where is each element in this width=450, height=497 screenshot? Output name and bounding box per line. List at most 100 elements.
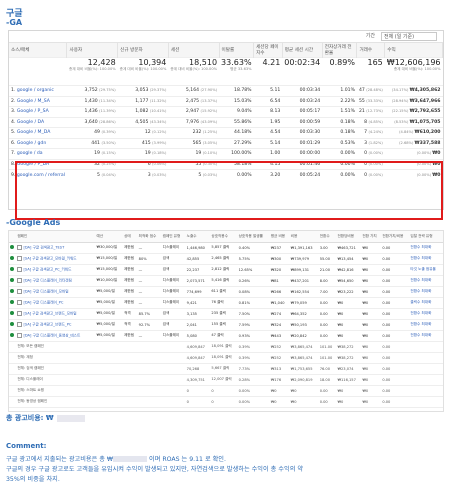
status-cell[interactable]	[9, 253, 17, 265]
status-cell[interactable]	[9, 264, 17, 276]
status-cell[interactable]	[9, 242, 17, 254]
campaign-cell[interactable]: [DA] 구글 디스플레이_모바일	[16, 286, 96, 298]
bid-strategy-link[interactable]: 전환수 최대화	[409, 275, 443, 287]
ads-column-header[interactable]: 전환당비용	[336, 231, 362, 243]
campaign-name-link[interactable]: [DA] 구글 디스플레이_PC	[22, 300, 63, 304]
campaign-metric: ₩42,816	[336, 264, 362, 276]
enabled-status-icon[interactable]	[10, 311, 14, 315]
ga-column-header[interactable]: 세션	[168, 43, 220, 58]
ads-column-header[interactable]: 상호작용수	[210, 231, 238, 243]
revenue-value: ₩2,792,655	[409, 109, 441, 115]
summary-metric: 18.00	[318, 374, 337, 386]
summary-metric: 0.00	[318, 396, 337, 408]
ads-column-header[interactable]: 입찰 전략 유형	[409, 231, 443, 243]
campaign-name-link[interactable]: [DA] 구글 검색광고_TEST	[22, 245, 64, 249]
ga-column-header[interactable]: 거래수	[356, 43, 386, 58]
ads-column-header[interactable]: 전환 가치	[361, 231, 382, 243]
bid-strategy-link[interactable]: 전환수 최대화	[409, 242, 443, 254]
source-medium-link[interactable]: google / da	[17, 151, 43, 156]
ga-source-cell[interactable]: 6. Google / gdn	[9, 137, 67, 149]
ga-source-cell[interactable]: 5. Google / M_DA	[9, 127, 67, 138]
campaign-metric: ₩443	[269, 330, 290, 342]
campaign-metric: 적격	[123, 308, 138, 320]
campaign-name-link[interactable]: [SA] 구글 검색광고_모바일_키워드	[22, 256, 76, 260]
ads-column-header[interactable]: 전환수	[318, 231, 337, 243]
ads-column-header[interactable]: 비용	[289, 231, 319, 243]
ads-column-header[interactable]: 상태	[123, 231, 138, 243]
ads-column-header[interactable]	[9, 231, 17, 243]
status-cell[interactable]	[9, 319, 17, 331]
ads-column-header[interactable]: 최적화 점수	[137, 231, 162, 243]
campaign-name-link[interactable]: [SA] 구글 검색광고_브랜드_모바일	[22, 311, 76, 315]
campaign-cell[interactable]: [SA] 구글 검색광고_모바일_키워드	[16, 253, 96, 265]
source-medium-link[interactable]: Google / P_SA	[17, 109, 49, 114]
source-medium-link[interactable]: Google / gdn	[17, 141, 46, 146]
campaign-cell[interactable]: [DA] 구글 검색광고_TEST	[16, 242, 96, 254]
ga-column-header[interactable]: 소스/매체	[9, 43, 68, 58]
campaign-cell[interactable]: [SA] 구글 검색광고_브랜드_PC	[16, 319, 96, 331]
ga-column-header[interactable]: 평균 세션 시간	[282, 43, 323, 58]
summary-metric: 18,091 클릭	[210, 352, 238, 364]
bid-strategy-link[interactable]: 전환수 최대화	[409, 308, 443, 320]
campaign-cell[interactable]: [DA] 구글 디스플레이_동영상_테스트	[16, 330, 96, 342]
status-cell[interactable]	[9, 330, 17, 342]
enabled-status-icon[interactable]	[10, 300, 14, 304]
campaign-name-link[interactable]: [SA] 구글 검색광고_브랜드_PC	[22, 322, 71, 326]
campaign-cell[interactable]: [SA] 구글 검색광고_PC_키워드	[16, 264, 96, 276]
ga-source-cell[interactable]: 2. Google / M_SA	[9, 95, 67, 107]
ads-column-header[interactable]: 전환가치/비용	[381, 231, 410, 243]
status-cell[interactable]	[9, 297, 17, 309]
enabled-status-icon[interactable]	[10, 289, 14, 293]
source-medium-link[interactable]: google / organic	[17, 88, 54, 93]
ga-source-cell[interactable]: 4. Google / DA	[9, 116, 67, 128]
ga-column-header[interactable]: 세션당 페이지수	[253, 43, 283, 58]
bid-strategy-link[interactable]: 전환수 최대화	[409, 253, 443, 265]
redacted-value	[56, 414, 85, 422]
campaign-cell[interactable]: [SA] 구글 검색광고_브랜드_모바일	[16, 308, 96, 320]
ga-column-header[interactable]: 이탈률	[219, 43, 255, 58]
ga-column-header[interactable]: 사용자	[66, 43, 119, 58]
bid-strategy-link[interactable]: 전환수 최대화	[409, 330, 443, 342]
status-cell[interactable]	[9, 286, 17, 298]
source-medium-link[interactable]: Google / M_DA	[17, 130, 51, 135]
ga-source-cell[interactable]: 3. Google / P_SA	[9, 106, 67, 117]
campaign-cell[interactable]: [DA] 구글 디스플레이_리타겟팅	[16, 275, 96, 287]
campaign-cell[interactable]: [DA] 구글 디스플레이_PC	[16, 297, 96, 309]
campaign-name-link[interactable]: [DA] 구글 디스플레이_리타겟팅	[22, 278, 71, 282]
source-medium-link[interactable]: Google / M_SA	[17, 99, 50, 104]
bid-strategy-link[interactable]: 타깃 노출 점유율	[409, 264, 443, 276]
ga-source-cell[interactable]: 1. google / organic	[9, 85, 67, 96]
period-select[interactable]: 전체 (일 기준)	[381, 32, 437, 41]
ads-column-header[interactable]: 상호작용 발생률	[237, 231, 270, 243]
ads-column-header[interactable]: 노출수	[185, 231, 211, 243]
campaign-name-link[interactable]: [DA] 구글 디스플레이_모바일	[22, 289, 68, 293]
status-cell[interactable]	[9, 275, 17, 287]
ga-column-header[interactable]: 신규 방문자	[117, 43, 169, 58]
campaign-metric: ₩0	[361, 242, 382, 254]
enabled-status-icon[interactable]	[10, 256, 14, 260]
ads-column-header[interactable]: 캠페인	[16, 231, 96, 243]
ads-column-header[interactable]: 캠페인 유형	[161, 231, 186, 243]
campaign-name-link[interactable]: [DA] 구글 디스플레이_동영상_테스트	[22, 333, 80, 337]
ga-column-header[interactable]: 전자상거래 전환율	[322, 43, 358, 58]
enabled-status-icon[interactable]	[10, 333, 14, 337]
summary-metric: ₩3,865,474	[289, 352, 319, 364]
bid-strategy-link[interactable]: 클릭수 최대화	[409, 297, 443, 309]
source-medium-link[interactable]: Google / DA	[17, 120, 44, 125]
ga-toolbar: 기간 전체 (일 기준)	[9, 31, 443, 43]
enabled-status-icon[interactable]	[10, 267, 14, 271]
ads-column-header[interactable]: 예산	[95, 231, 124, 243]
bid-strategy-link[interactable]: 전환수 최대화	[409, 319, 443, 331]
enabled-status-icon[interactable]	[10, 245, 14, 249]
ads-column-header[interactable]: 평균 비용	[269, 231, 290, 243]
ga-totals-row: 12,428 총계 대비 비율(%): 100.00% 10,394 총계 대비 비…	[9, 57, 443, 86]
metric-value: 232	[192, 130, 203, 136]
enabled-status-icon[interactable]	[10, 278, 14, 282]
metric-cell: 00:03:24	[282, 95, 323, 107]
bid-strategy-link[interactable]: 전환수 최대화	[409, 286, 443, 298]
status-cell[interactable]	[9, 308, 17, 320]
campaign-name-link[interactable]: [SA] 구글 검색광고_PC_키워드	[22, 267, 71, 271]
ga-column-header[interactable]: 수익	[384, 43, 443, 58]
enabled-status-icon[interactable]	[10, 322, 14, 326]
ga-source-cell[interactable]: 7. google / da	[9, 148, 67, 159]
